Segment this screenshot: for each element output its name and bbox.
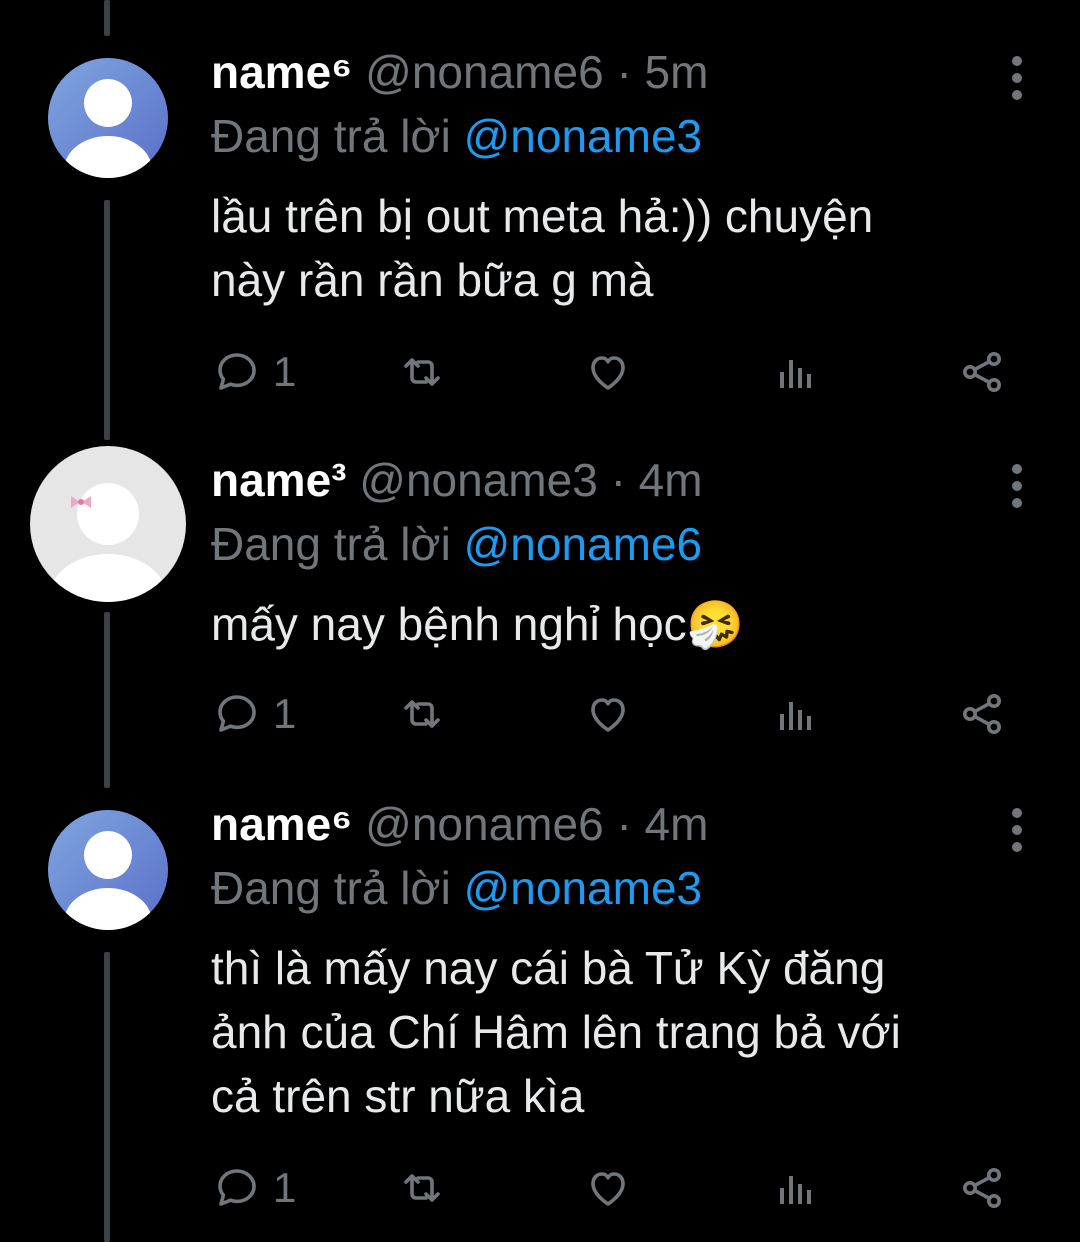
mention-link[interactable]: @noname3 <box>464 862 703 914</box>
separator: · <box>610 454 626 506</box>
more-options-icon[interactable] <box>1000 50 1034 106</box>
tweet-text: mấy nay bệnh nghỉ học🤧 <box>211 592 1031 656</box>
text-line: cả trên str nữa kìa <box>211 1070 585 1122</box>
retweet-icon <box>404 700 440 728</box>
replying-prefix: Đang trả lời <box>211 862 451 914</box>
analytics-icon <box>780 360 811 388</box>
share-icon <box>963 352 1001 392</box>
display-name[interactable]: name³ <box>211 454 346 506</box>
reply-icon <box>218 1169 256 1206</box>
share-button[interactable] <box>958 1158 1018 1218</box>
text-line: này rần rần bữa g mà <box>211 254 654 306</box>
tweet-header: name⁶ @noname6 · 5m <box>211 44 708 100</box>
like-icon <box>591 1172 625 1206</box>
reply-button[interactable]: 1 <box>213 1158 313 1218</box>
retweet-icon <box>404 1174 440 1202</box>
retweet-button[interactable] <box>396 1158 456 1218</box>
text-line: ảnh của Chí Hâm lên trang bả với <box>211 1006 901 1058</box>
thread-line-top <box>104 0 110 36</box>
retweet-button[interactable] <box>396 342 456 402</box>
text-line: lầu trên bị out meta hả:)) chuyện <box>211 190 874 242</box>
text-line: thì là mấy nay cái bà Tử Kỳ đăng <box>211 942 886 994</box>
timestamp[interactable]: 5m <box>645 46 709 98</box>
action-bar: 1 <box>0 684 1080 744</box>
tweet-text: lầu trên bị out meta hả:)) chuyện này rầ… <box>211 184 1031 312</box>
more-options-icon[interactable] <box>1000 458 1034 514</box>
thread-line-1 <box>104 200 110 440</box>
retweet-icon <box>404 358 440 386</box>
like-icon <box>591 698 625 732</box>
share-button[interactable] <box>958 342 1018 402</box>
text-line: mấy nay bệnh nghỉ học🤧 <box>211 598 744 650</box>
handle[interactable]: @noname6 <box>365 798 604 850</box>
share-icon <box>963 1168 1001 1208</box>
mention-link[interactable]: @noname3 <box>464 110 703 162</box>
handle[interactable]: @noname6 <box>365 46 604 98</box>
retweet-button[interactable] <box>396 684 456 744</box>
avatar[interactable] <box>48 58 168 178</box>
like-icon <box>591 356 625 390</box>
replying-prefix: Đang trả lời <box>211 110 451 162</box>
reply-button[interactable]: 1 <box>213 342 313 402</box>
separator: · <box>616 46 632 98</box>
replying-prefix: Đang trả lời <box>211 518 451 570</box>
action-bar: 1 <box>0 1158 1080 1218</box>
analytics-button[interactable] <box>772 342 832 402</box>
replying-to: Đang trả lời @noname6 <box>211 516 702 572</box>
analytics-button[interactable] <box>772 684 832 744</box>
analytics-icon <box>780 1176 811 1204</box>
mention-link[interactable]: @noname6 <box>464 518 703 570</box>
action-bar: 1 <box>0 342 1080 402</box>
analytics-button[interactable] <box>772 1158 832 1218</box>
share-icon <box>963 694 1001 734</box>
reply-icon <box>218 695 256 732</box>
tweet-text: thì là mấy nay cái bà Tử Kỳ đăng ảnh của… <box>211 936 1031 1128</box>
more-options-icon[interactable] <box>1000 802 1034 858</box>
reply-count: 1 <box>273 1164 297 1211</box>
like-button[interactable] <box>584 342 644 402</box>
analytics-icon <box>780 702 811 730</box>
replying-to: Đang trả lời @noname3 <box>211 860 702 916</box>
share-button[interactable] <box>958 684 1018 744</box>
tweet-header: name³ @noname3 · 4m <box>211 452 703 508</box>
tweet-header: name⁶ @noname6 · 4m <box>211 796 708 852</box>
reply-count: 1 <box>273 690 297 737</box>
timestamp[interactable]: 4m <box>645 798 709 850</box>
handle[interactable]: @noname3 <box>359 454 598 506</box>
reply-icon <box>218 353 256 390</box>
reply-count: 1 <box>273 348 297 395</box>
display-name[interactable]: name⁶ <box>211 46 352 98</box>
timestamp[interactable]: 4m <box>639 454 703 506</box>
like-button[interactable] <box>584 684 644 744</box>
avatar[interactable] <box>30 446 186 602</box>
like-button[interactable] <box>584 1158 644 1218</box>
display-name[interactable]: name⁶ <box>211 798 352 850</box>
replying-to: Đang trả lời @noname3 <box>211 108 702 164</box>
reply-button[interactable]: 1 <box>213 684 313 744</box>
avatar[interactable] <box>48 810 168 930</box>
separator: · <box>616 798 632 850</box>
